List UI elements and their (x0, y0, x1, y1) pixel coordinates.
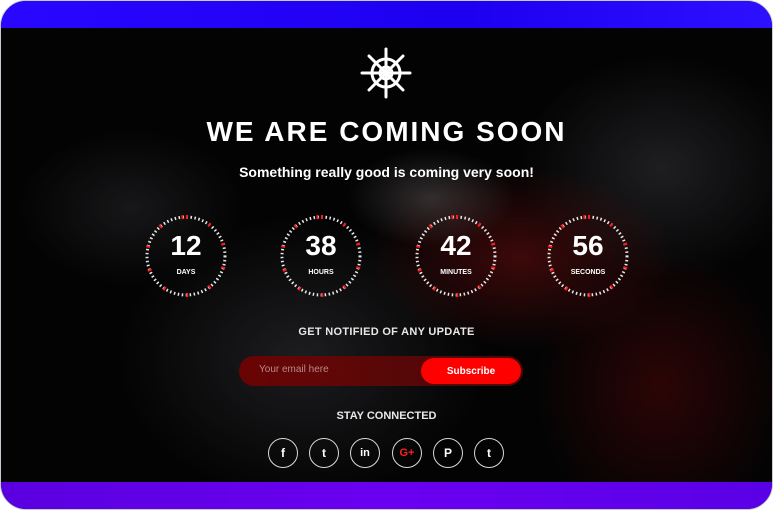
countdown-minutes-label: MINUTES (440, 269, 472, 276)
twitter-icon[interactable]: t (309, 438, 339, 468)
stay-connected-heading: STAY CONNECTED (336, 410, 437, 422)
top-bar (1, 1, 772, 28)
countdown-days-value: 12 (170, 230, 202, 261)
pinterest-icon[interactable]: P (433, 438, 463, 468)
ship-wheel-icon (360, 47, 412, 99)
hero-background: WE ARE COMING SOON Something really good… (1, 28, 772, 482)
page-title: WE ARE COMING SOON (206, 116, 567, 147)
countdown-seconds-label: SECONDS (570, 269, 606, 276)
facebook-icon[interactable]: f (268, 438, 298, 468)
subscribe-form: Subscribe (239, 356, 523, 386)
hero-content: WE ARE COMING SOON Something really good… (1, 28, 772, 482)
notify-heading: GET NOTIFIED OF ANY UPDATE (298, 326, 475, 338)
linkedin-icon[interactable]: in (350, 438, 380, 468)
countdown-hours-value: 38 (305, 230, 337, 261)
page-subtitle: Something really good is coming very soo… (239, 164, 534, 180)
tumblr-icon[interactable]: t (474, 438, 504, 468)
countdown-seconds-value: 56 (572, 230, 604, 261)
subscribe-button[interactable]: Subscribe (421, 358, 521, 384)
countdown-hours: 38 HOURS (278, 213, 364, 299)
countdown-minutes-value: 42 (440, 230, 472, 261)
email-input[interactable] (257, 363, 421, 376)
countdown-minutes: 42 MINUTES (413, 213, 499, 299)
page-frame: WE ARE COMING SOON Something really good… (0, 0, 773, 510)
google-plus-icon[interactable]: G+ (392, 438, 422, 468)
countdown-hours-label: HOURS (308, 269, 334, 276)
bottom-bar (1, 482, 772, 509)
countdown-seconds: 56 SECONDS (545, 213, 631, 299)
countdown-days: 12 DAYS (143, 213, 229, 299)
countdown-days-label: DAYS (176, 269, 196, 276)
